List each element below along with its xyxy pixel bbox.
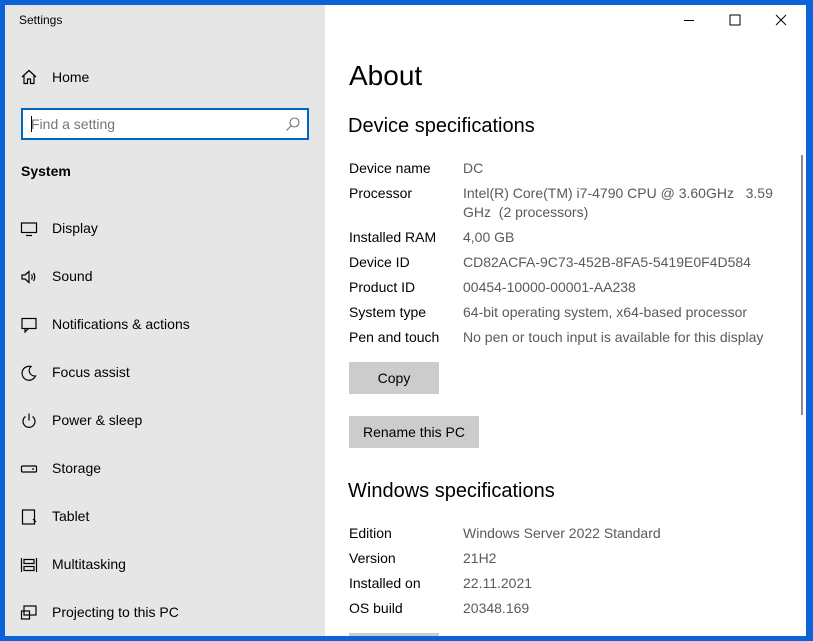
nav-item-home-label: Home <box>52 69 90 85</box>
spec-value: Windows Server 2022 Standard <box>463 525 661 541</box>
spec-value: CD82ACFA-9C73-452B-8FA5-5419E0F4D584 <box>463 254 751 270</box>
projecting-icon <box>20 604 38 622</box>
search-input[interactable] <box>31 110 271 138</box>
spec-label: Device ID <box>349 254 410 270</box>
spec-row: Installed RAM 4,00 GB <box>349 228 779 247</box>
windows-specs-table: Edition Windows Server 2022 Standard Ver… <box>349 524 779 624</box>
navigation-pane: Settings Home System <box>5 5 325 636</box>
nav-list: Display Sound Notifications & actions Fo… <box>5 213 325 636</box>
minimize-icon <box>683 14 695 26</box>
nav-item-sound[interactable]: Sound <box>5 261 325 309</box>
device-specs-table: Device name DC Processor Intel(R) Core(T… <box>349 159 779 353</box>
spec-row: Processor Intel(R) Core(TM) i7-4790 CPU … <box>349 184 779 222</box>
spec-value: 20348.169 <box>463 600 530 616</box>
nav-item-notifications[interactable]: Notifications & actions <box>5 309 325 357</box>
spec-label: Product ID <box>349 279 416 295</box>
windows-copy-button[interactable] <box>349 633 439 636</box>
spec-value: 4,00 GB <box>463 229 515 245</box>
spec-value: Intel(R) Core(TM) i7-4790 CPU @ 3.60GHz … <box>463 185 777 220</box>
home-icon <box>20 68 38 86</box>
sound-icon <box>20 268 38 286</box>
content-scrollbar[interactable] <box>801 155 803 415</box>
nav-item-home[interactable]: Home <box>5 61 325 93</box>
nav-section-system: System <box>21 163 71 179</box>
nav-item-label: Projecting to this PC <box>52 604 179 620</box>
spec-value: 22.11.2021 <box>463 575 533 591</box>
settings-window: Settings Home System <box>5 5 806 636</box>
spec-label: Edition <box>349 525 392 541</box>
nav-item-power-sleep[interactable]: Power & sleep <box>5 405 325 453</box>
text-caret <box>31 116 32 132</box>
spec-value: No pen or touch input is available for t… <box>463 329 764 345</box>
spec-value: 64-bit operating system, x64-based proce… <box>463 304 748 320</box>
rename-pc-button[interactable]: Rename this PC <box>349 416 479 448</box>
spec-row: Version 21H2 <box>349 549 779 568</box>
nav-item-focus-assist[interactable]: Focus assist <box>5 357 325 405</box>
spec-label: System type <box>349 304 427 320</box>
maximize-button[interactable] <box>712 5 758 35</box>
windows-specs-heading: Windows specifications <box>348 480 555 502</box>
nav-item-label: Notifications & actions <box>52 316 190 332</box>
spec-label: Processor <box>349 185 413 201</box>
nav-item-projecting[interactable]: Projecting to this PC <box>5 597 325 636</box>
nav-item-storage[interactable]: Storage <box>5 453 325 501</box>
spec-row: Pen and touch No pen or touch input is a… <box>349 328 779 347</box>
multitasking-icon <box>20 556 38 574</box>
content-pane: About Device specifications Device name … <box>325 5 806 636</box>
storage-icon <box>20 460 38 478</box>
nav-item-label: Sound <box>52 268 93 284</box>
focus-assist-icon <box>20 364 38 382</box>
minimize-button[interactable] <box>666 5 712 35</box>
nav-item-label: Display <box>52 220 98 236</box>
nav-item-label: Focus assist <box>52 364 130 380</box>
spec-row: Device ID CD82ACFA-9C73-452B-8FA5-5419E0… <box>349 253 779 272</box>
nav-item-label: Tablet <box>52 508 90 524</box>
notifications-icon <box>20 316 38 334</box>
spec-row: Product ID 00454-10000-00001-AA238 <box>349 278 779 297</box>
search-box[interactable] <box>21 108 309 140</box>
copy-button[interactable]: Copy <box>349 362 439 394</box>
tablet-icon <box>20 508 38 526</box>
spec-label: Device name <box>349 160 431 176</box>
nav-item-tablet[interactable]: Tablet <box>5 501 325 549</box>
nav-item-label: Multitasking <box>52 556 126 572</box>
spec-value: 00454-10000-00001-AA238 <box>463 279 636 295</box>
nav-item-multitasking[interactable]: Multitasking <box>5 549 325 597</box>
nav-item-label: Power & sleep <box>52 412 143 428</box>
spec-label: Installed on <box>349 575 421 591</box>
close-icon <box>775 14 787 26</box>
spec-row: OS build 20348.169 <box>349 599 779 618</box>
close-button[interactable] <box>758 5 804 35</box>
spec-label: Version <box>349 550 396 566</box>
spec-row: Device name DC <box>349 159 779 178</box>
spec-value: 21H2 <box>463 550 497 566</box>
nav-item-display[interactable]: Display <box>5 213 325 261</box>
search-icon[interactable] <box>285 116 301 132</box>
spec-row: Edition Windows Server 2022 Standard <box>349 524 779 543</box>
device-specs-heading: Device specifications <box>348 115 535 137</box>
maximize-icon <box>729 14 741 26</box>
spec-value: DC <box>463 160 484 176</box>
spec-row: Installed on 22.11.2021 <box>349 574 779 593</box>
spec-label: Installed RAM <box>349 229 437 245</box>
spec-label: OS build <box>349 600 403 616</box>
app-title: Settings <box>19 13 63 27</box>
nav-item-label: Storage <box>52 460 102 476</box>
page-title: About <box>349 60 423 91</box>
display-icon <box>20 220 38 238</box>
spec-label: Pen and touch <box>349 329 440 345</box>
power-icon <box>20 412 38 430</box>
spec-row: System type 64-bit operating system, x64… <box>349 303 779 322</box>
